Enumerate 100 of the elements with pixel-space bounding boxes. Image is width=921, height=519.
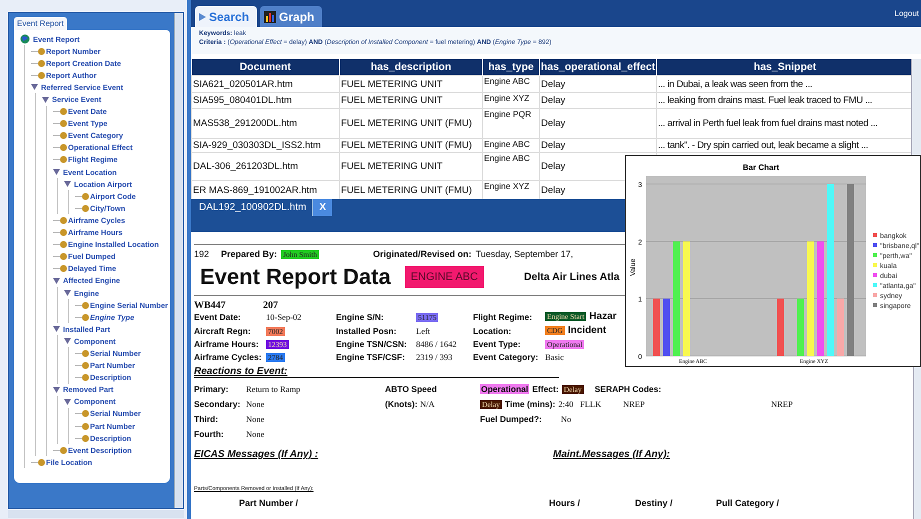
dot-icon xyxy=(60,144,67,152)
dot-icon xyxy=(60,241,67,248)
code-value: NREP xyxy=(771,399,794,409)
caret-icon[interactable] xyxy=(42,96,49,103)
table-cell: SIA595_080401DL.htm xyxy=(193,95,292,106)
column-header: Hours / xyxy=(549,498,582,508)
table-cell: ER MAS-869_191002AR.htm xyxy=(193,185,318,196)
field-label: Aircraft Regn: xyxy=(194,326,252,336)
dot-icon xyxy=(82,422,89,430)
field-label: Engine TSN/CSN: xyxy=(336,339,408,349)
field-value: Basic xyxy=(545,352,564,362)
field-value: 8486 / 1642 xyxy=(416,339,457,349)
field-label: Airframe Cycles: xyxy=(194,352,263,362)
column-header: Pull Category / xyxy=(716,498,780,508)
dot-icon xyxy=(38,72,45,79)
report-number: 192 xyxy=(194,249,210,259)
table-cell: Delay xyxy=(541,140,566,151)
table-cell: Engine PQR xyxy=(484,109,532,119)
field-label: Prepared By: xyxy=(221,249,278,259)
table-cell: SIA-929_030303DL_ISS2.htm xyxy=(193,140,321,151)
dot-icon xyxy=(38,60,45,67)
caret-icon[interactable] xyxy=(53,326,60,332)
field-label: Third: xyxy=(194,414,220,424)
code-value: NREP xyxy=(623,399,646,409)
logout-link[interactable]: Logout xyxy=(894,9,919,18)
caret-icon[interactable] xyxy=(64,181,71,188)
table-cell: Delay xyxy=(541,161,566,172)
caret-icon[interactable] xyxy=(64,290,71,296)
scrollbar[interactable] xyxy=(8,510,184,518)
table-cell: Delay xyxy=(541,78,566,90)
field-label: SERAPH Codes: xyxy=(594,384,662,394)
caret-icon[interactable] xyxy=(31,84,38,90)
play-icon xyxy=(199,12,206,20)
table-cell: MAS538_291200DL.htm xyxy=(193,118,298,129)
dot-icon xyxy=(82,314,89,321)
table-cell: Engine XYZ xyxy=(484,181,530,191)
column-header[interactable]: has_description xyxy=(340,59,482,76)
flight-number: WB447 xyxy=(194,300,227,311)
field-value: Left xyxy=(416,326,430,336)
field-label: (Knots): xyxy=(385,399,418,409)
table-cell: FUEL METERING UNIT xyxy=(341,95,443,106)
field-value: None xyxy=(246,399,266,409)
column-header[interactable]: has_type xyxy=(482,59,540,76)
section-heading: Maint.Messages (If Any): xyxy=(553,449,670,460)
section-heading: EICAS Messages (If Any) : xyxy=(194,449,320,460)
field-label: Effect: xyxy=(532,384,559,394)
table-cell: Engine ABC xyxy=(484,139,530,149)
caret-icon[interactable] xyxy=(53,278,60,284)
caret-icon[interactable] xyxy=(64,398,71,405)
column-header[interactable]: has_operational_effect xyxy=(540,59,656,76)
field-label: ABTO Speed xyxy=(385,384,438,394)
column-header: Part Number / xyxy=(239,498,300,508)
engine-badge: ENGINE ABC xyxy=(404,266,484,288)
table-cell: Delay xyxy=(541,95,566,106)
scrollbar[interactable] xyxy=(174,13,183,508)
dot-icon xyxy=(60,120,67,128)
dot-icon xyxy=(60,446,67,454)
dot-icon xyxy=(60,253,67,260)
dot-icon xyxy=(82,302,89,309)
field-value: 10-Sep-02 xyxy=(266,312,302,322)
column-header[interactable]: Document xyxy=(192,59,340,76)
panel-tab[interactable]: Event Report xyxy=(14,17,67,30)
table-cell: Engine ABC xyxy=(484,76,530,86)
table-cell: Delay xyxy=(541,118,566,129)
table-cell: ... leaking from drains mast. Fuel leak traced to FMU ... xyxy=(658,95,872,106)
caret-icon[interactable] xyxy=(64,338,71,344)
table-cell: Delay xyxy=(541,185,566,196)
record-number: 207 xyxy=(263,300,278,311)
table-cell: FUEL METERING UNIT xyxy=(341,78,443,90)
field-label: Time (mins): xyxy=(504,399,556,409)
code-value: FLLK xyxy=(580,399,602,409)
field-label: Location: xyxy=(473,326,512,336)
table-cell: FUEL METERING UNIT (FMU) xyxy=(341,185,472,196)
caret-icon[interactable] xyxy=(53,169,60,176)
dot-icon xyxy=(60,156,67,164)
field-label: Fourth: xyxy=(194,429,225,439)
caret-icon[interactable] xyxy=(53,386,60,393)
dot-icon xyxy=(60,132,67,140)
table-cell: Engine ABC xyxy=(484,153,530,163)
dot-icon xyxy=(82,192,89,200)
field-value: Tuesday, September 17, xyxy=(476,249,574,259)
table-cell: FUEL METERING UNIT (FMU) xyxy=(341,118,472,129)
table-cell: DAL-306_261203DL.htm xyxy=(193,161,298,172)
field-label: Originated/Revised on: xyxy=(373,249,472,259)
column-header[interactable]: has_Snippet xyxy=(656,59,911,76)
close-button[interactable]: X xyxy=(313,199,332,216)
field-label: Primary: xyxy=(194,384,230,394)
tab[interactable]: Search xyxy=(195,6,258,27)
dot-icon xyxy=(60,108,67,116)
globe-icon xyxy=(20,34,30,44)
table-cell: ... in Dubai, a leak was seen from the ... xyxy=(658,78,812,90)
chart-title: Bar Chart xyxy=(742,163,780,172)
field-value: N/A xyxy=(420,399,435,409)
field-label: Event Type: xyxy=(473,339,522,349)
table-cell: FUEL METERING UNIT (FMU) xyxy=(341,140,472,151)
table-cell: SIA621_020501AR.htm xyxy=(193,78,293,90)
highlighted-label: Operational xyxy=(480,384,530,394)
dot-icon xyxy=(82,434,89,442)
tab[interactable]: Graph xyxy=(260,6,322,27)
table-cell: Engine XYZ xyxy=(484,93,530,103)
